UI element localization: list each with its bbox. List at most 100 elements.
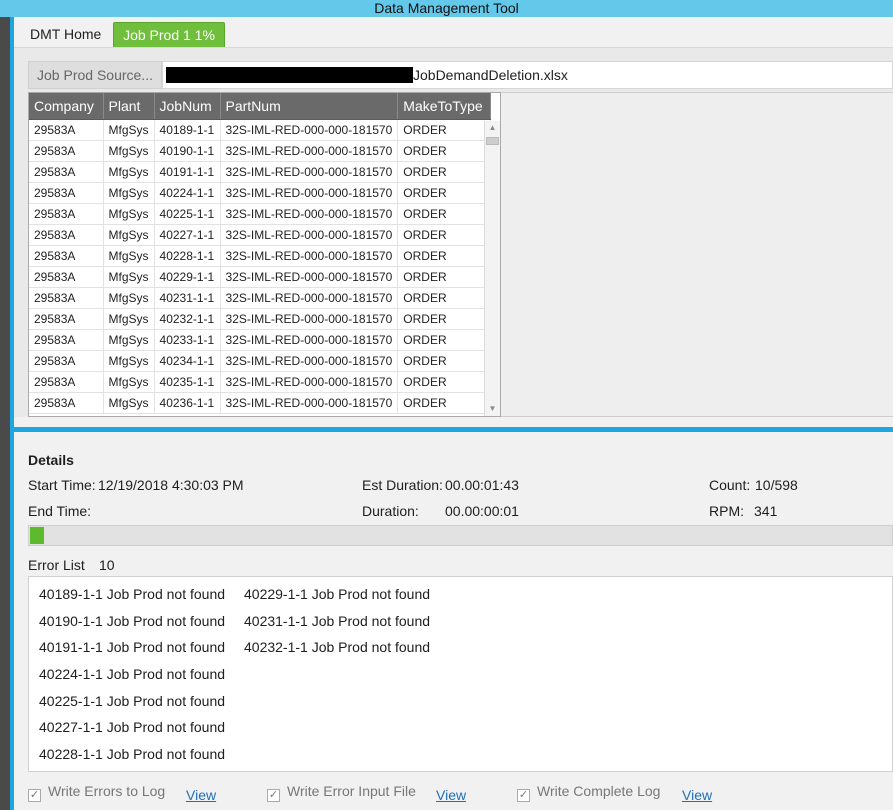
list-item: 40191-1-1 Job Prod not found: [39, 639, 226, 656]
scroll-thumb[interactable]: [486, 137, 499, 145]
table-row[interactable]: 29583A MfgSys 40232-1-1 32S-IML-RED-000-000…: [29, 308, 492, 330]
cell-maketotype: ORDER: [397, 308, 492, 330]
data-grid-table: Company Plant JobNum PartNum MakeToType …: [29, 93, 492, 414]
cell-partnum: 32S-IML-RED-000-000-181570: [220, 140, 399, 162]
table-row[interactable]: 29583A MfgSys 40235-1-1 32S-IML-RED-000-000…: [29, 371, 492, 393]
est-duration-value: 00.00:01:43: [445, 477, 519, 493]
cell-partnum: 32S-IML-RED-000-000-181570: [220, 119, 399, 141]
list-item: 40231-1-1 Job Prod not found: [244, 612, 431, 629]
write-complete-label: Write Complete Log: [537, 783, 661, 799]
end-time-label: End Time:: [28, 503, 92, 519]
table-row[interactable]: 29583A MfgSys 40189-1-1 32S-IML-RED-000-000…: [29, 119, 492, 141]
cell-maketotype: ORDER: [397, 203, 492, 225]
count-value: 10/598: [755, 477, 798, 493]
view-complete-log-link[interactable]: View: [682, 787, 712, 803]
source-file-path-field[interactable]: JobDemandDeletion.xlsx: [162, 61, 893, 89]
list-item: 40225-1-1 Job Prod not found: [39, 692, 226, 709]
cell-jobnum: 40231-1-1: [154, 287, 221, 309]
write-error-input-label: Write Error Input File: [287, 783, 416, 799]
details-panel: Details Start Time: 12/19/2018 4:30:03 P…: [14, 432, 893, 810]
write-errors-to-log-option[interactable]: ✓ Write Errors to Log: [28, 783, 165, 802]
table-row[interactable]: 29583A MfgSys 40236-1-1 32S-IML-RED-000-000…: [29, 392, 492, 414]
list-item: 40232-1-1 Job Prod not found: [244, 639, 431, 656]
progress-bar: [28, 525, 893, 546]
table-row[interactable]: 29583A MfgSys 40190-1-1 32S-IML-RED-000-000…: [29, 140, 492, 162]
view-error-input-link[interactable]: View: [436, 787, 466, 803]
column-header-plant[interactable]: Plant: [103, 93, 155, 120]
cell-jobnum: 40236-1-1: [154, 392, 221, 414]
cell-maketotype: ORDER: [397, 161, 492, 183]
cell-partnum: 32S-IML-RED-000-000-181570: [220, 392, 399, 414]
count-label: Count:: [709, 477, 751, 493]
list-item: 40190-1-1 Job Prod not found: [39, 612, 226, 629]
cell-maketotype: ORDER: [397, 329, 492, 351]
left-rail: [0, 17, 10, 810]
cell-partnum: 32S-IML-RED-000-000-181570: [220, 308, 399, 330]
tab-job-prod[interactable]: Job Prod 1 1%: [113, 22, 225, 47]
cell-partnum: 32S-IML-RED-000-000-181570: [220, 266, 399, 288]
cell-jobnum: 40235-1-1: [154, 371, 221, 393]
tab-bar: DMT Home Job Prod 1 1%: [14, 17, 893, 47]
table-row[interactable]: 29583A MfgSys 40227-1-1 32S-IML-RED-000-000…: [29, 224, 492, 246]
cell-company: 29583A: [29, 350, 104, 372]
error-list-box[interactable]: 40189-1-1 Job Prod not found 40190-1-1 Jo…: [28, 576, 893, 772]
cell-jobnum: 40190-1-1: [154, 140, 221, 162]
list-item: 40228-1-1 Job Prod not found: [39, 746, 226, 763]
column-header-jobnum[interactable]: JobNum: [154, 93, 221, 120]
cell-company: 29583A: [29, 266, 104, 288]
write-error-input-file-option[interactable]: ✓ Write Error Input File: [267, 783, 416, 802]
view-errors-log-link[interactable]: View: [186, 787, 216, 803]
column-header-company[interactable]: Company: [29, 93, 104, 120]
cell-company: 29583A: [29, 224, 104, 246]
write-errors-label: Write Errors to Log: [48, 783, 166, 799]
cell-plant: MfgSys: [103, 245, 155, 267]
cell-plant: MfgSys: [103, 203, 155, 225]
window-title-bar: Data Management Tool: [0, 0, 893, 17]
cell-jobnum: 40234-1-1: [154, 350, 221, 372]
cell-jobnum: 40233-1-1: [154, 329, 221, 351]
rpm-value: 341: [754, 503, 778, 519]
table-row[interactable]: 29583A MfgSys 40231-1-1 32S-IML-RED-000-000…: [29, 287, 492, 309]
duration-value: 00.00:00:01: [445, 503, 519, 519]
cell-jobnum: 40228-1-1: [154, 245, 221, 267]
cell-plant: MfgSys: [103, 308, 155, 330]
table-row[interactable]: 29583A MfgSys 40233-1-1 32S-IML-RED-000-000…: [29, 329, 492, 351]
write-error-input-checkbox[interactable]: ✓: [267, 789, 280, 802]
cell-company: 29583A: [29, 161, 104, 183]
write-complete-log-option[interactable]: ✓ Write Complete Log: [517, 783, 660, 802]
cell-partnum: 32S-IML-RED-000-000-181570: [220, 224, 399, 246]
table-row[interactable]: 29583A MfgSys 40234-1-1 32S-IML-RED-000-000…: [29, 350, 492, 372]
write-errors-checkbox[interactable]: ✓: [28, 789, 41, 802]
column-header-maketotype[interactable]: MakeToType: [397, 93, 492, 120]
start-time-label: Start Time:: [28, 477, 96, 493]
cell-company: 29583A: [29, 140, 104, 162]
column-header-partnum[interactable]: PartNum: [220, 93, 399, 120]
scroll-down-icon[interactable]: ▼: [485, 402, 500, 416]
write-complete-checkbox[interactable]: ✓: [517, 789, 530, 802]
scroll-up-icon[interactable]: ▲: [485, 121, 500, 135]
cell-jobnum: 40232-1-1: [154, 308, 221, 330]
table-row[interactable]: 29583A MfgSys 40225-1-1 32S-IML-RED-000-000…: [29, 203, 492, 225]
cell-maketotype: ORDER: [397, 140, 492, 162]
cell-plant: MfgSys: [103, 119, 155, 141]
cell-company: 29583A: [29, 245, 104, 267]
tab-dmt-home[interactable]: DMT Home: [20, 22, 111, 47]
table-row[interactable]: 29583A MfgSys 40229-1-1 32S-IML-RED-000-000…: [29, 266, 492, 288]
cell-maketotype: ORDER: [397, 371, 492, 393]
duration-label: Duration:: [362, 503, 419, 519]
grid-vertical-scrollbar[interactable]: ▲ ▼: [484, 121, 500, 416]
cell-plant: MfgSys: [103, 350, 155, 372]
cell-partnum: 32S-IML-RED-000-000-181570: [220, 161, 399, 183]
list-item: 40224-1-1 Job Prod not found: [39, 666, 226, 683]
table-row[interactable]: 29583A MfgSys 40228-1-1 32S-IML-RED-000-000…: [29, 245, 492, 267]
cell-maketotype: ORDER: [397, 266, 492, 288]
list-item: 40229-1-1 Job Prod not found: [244, 586, 431, 602]
table-row[interactable]: 29583A MfgSys 40191-1-1 32S-IML-RED-000-000…: [29, 161, 492, 183]
error-list-label: Error List: [28, 557, 85, 573]
cell-plant: MfgSys: [103, 224, 155, 246]
cell-company: 29583A: [29, 203, 104, 225]
job-prod-source-button[interactable]: Job Prod Source...: [28, 61, 162, 89]
data-grid[interactable]: Company Plant JobNum PartNum MakeToType …: [28, 92, 501, 417]
table-row[interactable]: 29583A MfgSys 40224-1-1 32S-IML-RED-000-000…: [29, 182, 492, 204]
cell-partnum: 32S-IML-RED-000-000-181570: [220, 203, 399, 225]
